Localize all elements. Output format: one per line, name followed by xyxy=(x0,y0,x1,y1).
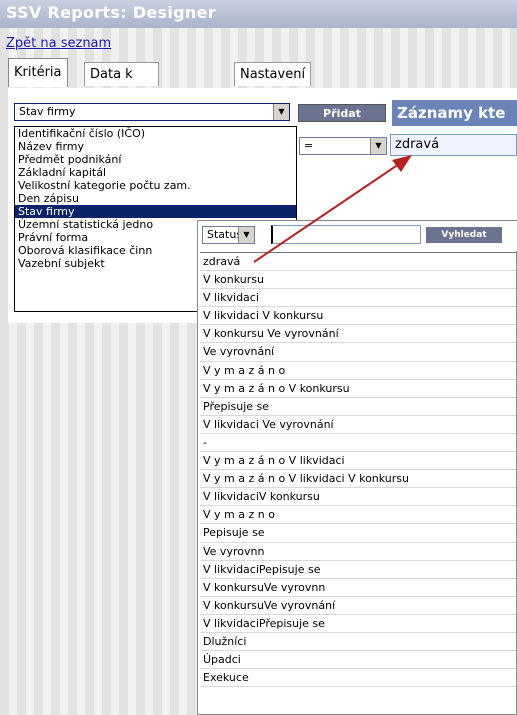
window-title: SSV Reports: Designer xyxy=(6,3,216,22)
list-item[interactable]: Identifikační číslo (IČO) xyxy=(15,127,296,140)
search-input[interactable] xyxy=(271,225,421,244)
list-item[interactable]: V konkursu Ve vyrovnání xyxy=(200,325,516,344)
add-button[interactable]: Přidat xyxy=(298,104,386,122)
chevron-down-icon[interactable]: ▼ xyxy=(273,104,289,120)
list-item[interactable]: Základní kapitál xyxy=(15,166,296,179)
list-item[interactable]: Dlužníci xyxy=(200,633,516,652)
operator-value: = xyxy=(304,139,314,152)
chevron-down-icon[interactable]: ▼ xyxy=(370,138,386,154)
list-item[interactable]: Ve vyrovnn xyxy=(200,543,516,561)
status-filter-value: Status xyxy=(207,228,243,241)
title-bar: SSV Reports: Designer xyxy=(0,0,517,28)
list-item[interactable]: V likvidaciPepisuje se xyxy=(200,561,516,579)
list-item[interactable]: V y m a z á n o V konkursu xyxy=(200,380,516,398)
list-item[interactable]: V konkursuVe vyrovnn xyxy=(200,579,516,597)
list-item[interactable]: V y m a z á n o xyxy=(200,362,516,380)
list-item[interactable]: V likvidaci Ve vyrovnání xyxy=(200,416,516,434)
tab-display-data[interactable]: Data k zobrazení xyxy=(84,62,160,106)
operator-select[interactable]: = ▼ xyxy=(299,137,387,155)
list-item[interactable]: Předmět podnikání xyxy=(15,153,296,166)
list-item[interactable]: V y m a z á n o V likvidaci V konkursu xyxy=(200,470,516,489)
results-list[interactable]: zdravá V konkursu V likvidaci V likvidac… xyxy=(200,252,516,715)
list-item[interactable]: zdravá xyxy=(200,253,516,272)
list-item[interactable]: Den zápisu xyxy=(15,192,296,205)
tab-settings[interactable]: Nastavení xyxy=(234,62,312,86)
list-item[interactable]: - xyxy=(200,434,516,453)
list-item[interactable]: V likvidaciPřepisuje se xyxy=(200,615,516,633)
list-item[interactable]: V likvidaciV konkursu xyxy=(200,488,516,507)
chevron-down-icon[interactable]: ▼ xyxy=(238,227,254,243)
list-item-selected[interactable]: Stav firmy xyxy=(15,205,296,218)
list-item[interactable]: V y m a z n o xyxy=(200,506,516,525)
list-item[interactable]: V likvidaci xyxy=(200,289,516,308)
records-header: Záznamy kte xyxy=(392,100,517,126)
tab-criteria[interactable]: Kritéria xyxy=(8,58,68,87)
list-item[interactable]: Pepisuje se xyxy=(200,524,516,543)
list-item[interactable]: V konkursuVe vyrovnání xyxy=(200,597,516,615)
list-item[interactable]: Úpadci xyxy=(200,651,516,670)
field-select[interactable]: Stav firmy ▼ xyxy=(14,103,290,121)
search-button[interactable]: Vyhledat xyxy=(426,227,502,243)
popup-toolbar: Status ▼ Vyhledat xyxy=(198,221,517,251)
field-select-value: Stav firmy xyxy=(19,105,76,118)
list-item[interactable]: Přepisuje se xyxy=(200,398,516,416)
list-item[interactable]: V konkursu xyxy=(200,271,516,290)
list-item[interactable]: V likvidaci V konkursu xyxy=(200,307,516,326)
value-picker-popup: Status ▼ Vyhledat zdravá V konkursu V li… xyxy=(197,220,517,715)
list-item[interactable]: V y m a z á n o V likvidaci xyxy=(200,452,516,471)
status-filter-select[interactable]: Status ▼ xyxy=(202,226,255,244)
list-item[interactable]: Ve vyrovnání xyxy=(200,343,516,362)
list-item[interactable]: Velikostní kategorie počtu zam. xyxy=(15,179,296,192)
list-item[interactable]: Název firmy xyxy=(15,140,296,153)
criteria-value-field[interactable]: zdravá xyxy=(390,134,517,156)
back-to-list-link[interactable]: Zpět na seznam xyxy=(6,36,111,51)
list-item[interactable]: Exekuce xyxy=(200,669,516,688)
